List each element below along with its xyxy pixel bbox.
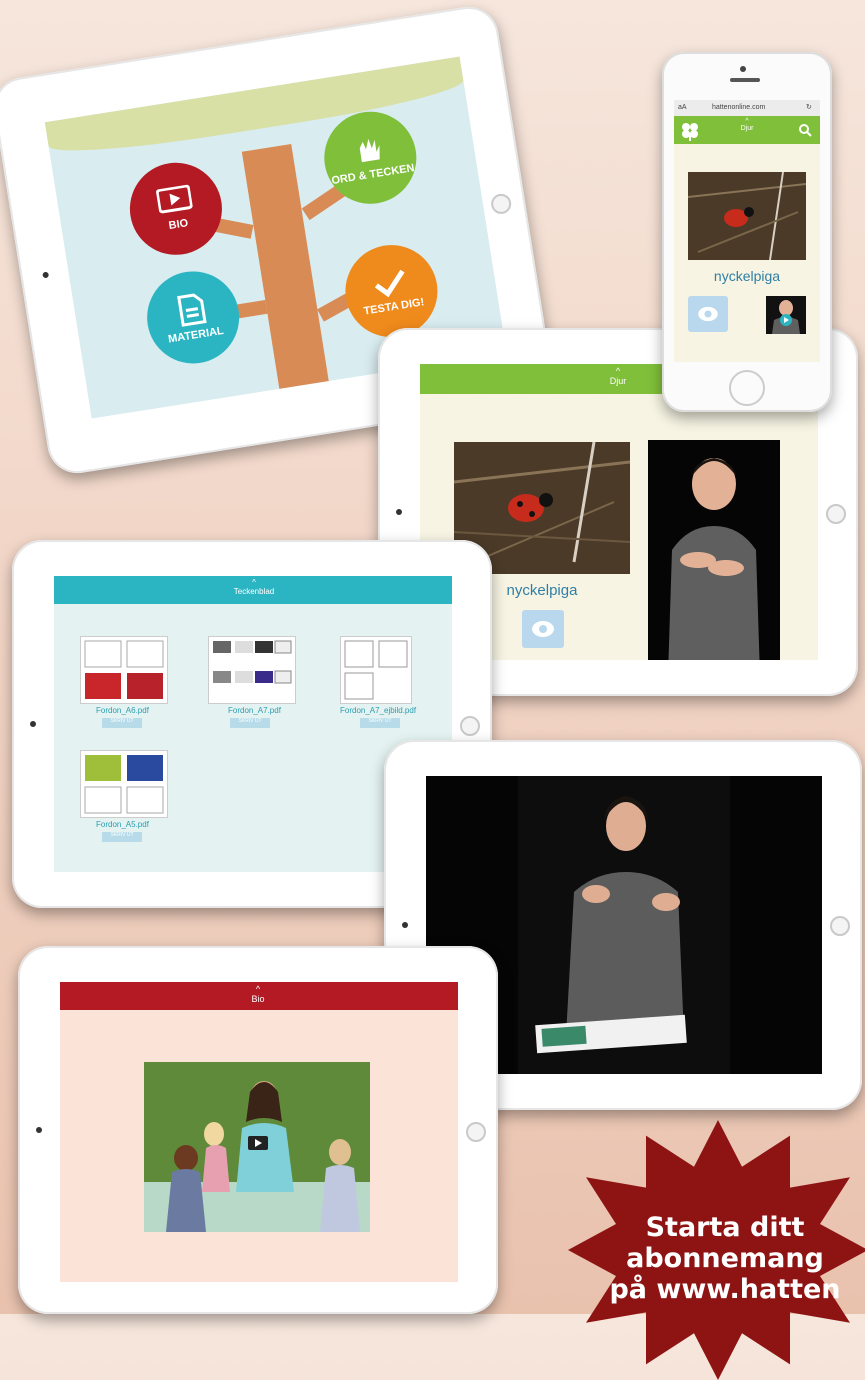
eye-icon <box>532 621 554 637</box>
promo-line: på www.hatten <box>609 1274 841 1306</box>
camera <box>30 721 36 727</box>
chevron-up-icon: ^ <box>745 118 749 125</box>
phone: aA hattenonline.com ↻ ^ Djur nyckelpiga <box>662 52 832 412</box>
signer-figure <box>668 458 760 660</box>
text-size-button[interactable]: aA <box>678 104 687 111</box>
material-menu-button[interactable]: MATERIAL <box>140 264 246 371</box>
show-sign-button[interactable] <box>688 296 728 332</box>
file-name[interactable]: Fordon_A6.pdf <box>96 706 149 715</box>
section-label: Bio <box>251 994 265 1004</box>
phone-screen: aA hattenonline.com ↻ ^ Djur nyckelpiga <box>674 100 820 362</box>
home-button[interactable] <box>729 370 765 406</box>
chevron-up-icon: ^ <box>615 366 621 376</box>
print-label: SKRIV UT <box>238 718 262 724</box>
promo-text[interactable]: Starta ditt abonnemang på www.hatten <box>590 1212 860 1305</box>
header-bar: ^ Bio <box>60 982 458 1010</box>
video-icon <box>155 184 193 214</box>
scallop-edge <box>54 594 452 603</box>
print-button[interactable]: SKRIV UT <box>102 832 142 842</box>
chevron-up-icon: ^ <box>252 578 256 587</box>
camera <box>740 66 746 72</box>
camera <box>42 271 50 279</box>
phone-header: ^ Djur <box>674 116 820 144</box>
header-bar: ^ Teckenblad <box>54 576 452 604</box>
home-button[interactable] <box>826 504 846 524</box>
eye-icon <box>698 306 718 322</box>
camera <box>396 509 402 515</box>
section-nav[interactable]: ^ Bio <box>240 984 276 1004</box>
category-nav[interactable]: ^ Djur <box>600 366 636 386</box>
tree-logo-icon[interactable] <box>680 121 700 141</box>
material-label: MATERIAL <box>167 324 225 346</box>
file-name[interactable]: Fordon_A5.pdf <box>96 820 149 829</box>
file-name[interactable]: Fordon_A7_ejbild.pdf <box>340 706 416 715</box>
home-button[interactable] <box>830 916 850 936</box>
bio-label: BIO <box>167 217 190 233</box>
category-label: Djur <box>609 376 627 386</box>
home-button[interactable] <box>466 1122 486 1142</box>
worksheet-thumbnail[interactable] <box>208 636 296 704</box>
section-label: Teckenblad <box>233 587 275 596</box>
category-label: Djur <box>740 125 754 132</box>
bio-video[interactable] <box>144 1062 370 1232</box>
camera <box>36 1127 42 1133</box>
print-button[interactable]: SKRIV UT <box>360 718 400 728</box>
home-button[interactable] <box>489 192 513 216</box>
bio-menu-button[interactable]: BIO <box>123 156 229 262</box>
testa-dig-label: TESTA DIG! <box>362 296 426 318</box>
bio-tablet: ^ Bio <box>18 946 498 1314</box>
chevron-up-icon: ^ <box>255 984 261 994</box>
promo-line: abonnemang <box>626 1243 824 1275</box>
worksheet-thumbnail[interactable] <box>340 636 412 704</box>
show-sign-button[interactable] <box>522 610 564 648</box>
worksheet-thumbnail[interactable] <box>80 750 168 818</box>
home-button[interactable] <box>460 716 480 736</box>
hands-icon <box>359 138 380 163</box>
print-button[interactable]: SKRIV UT <box>230 718 270 728</box>
reload-icon[interactable]: ↻ <box>806 103 812 111</box>
url-field[interactable]: hattenonline.com <box>712 104 765 111</box>
video-thumbnail-button[interactable] <box>766 296 806 334</box>
promo-line: Starta ditt <box>645 1212 805 1243</box>
print-label: SKRIV UT <box>110 832 134 838</box>
section-nav[interactable]: ^ Teckenblad <box>224 578 284 596</box>
sign-video[interactable] <box>648 440 780 660</box>
ladybug-photo <box>688 172 806 260</box>
checkmark-icon <box>374 269 405 298</box>
worksheet-thumbnail[interactable] <box>80 636 168 704</box>
speaker <box>730 78 760 82</box>
print-button[interactable]: SKRIV UT <box>102 718 142 728</box>
document-icon <box>177 293 207 327</box>
play-icon <box>772 300 800 334</box>
browser-bar: aA hattenonline.com ↻ <box>674 100 820 116</box>
file-name[interactable]: Fordon_A7.pdf <box>228 706 281 715</box>
print-label: SKRIV UT <box>368 718 392 724</box>
tree-trunk <box>241 143 331 399</box>
bio-screen: ^ Bio <box>60 982 458 1282</box>
print-label: SKRIV UT <box>110 718 134 724</box>
ord-tecken-label: ORD & TECKEN <box>330 162 416 187</box>
category-nav[interactable]: ^ Djur <box>734 118 760 132</box>
word-label: nyckelpiga <box>713 268 781 284</box>
search-icon[interactable] <box>798 123 812 137</box>
camera <box>402 922 408 928</box>
